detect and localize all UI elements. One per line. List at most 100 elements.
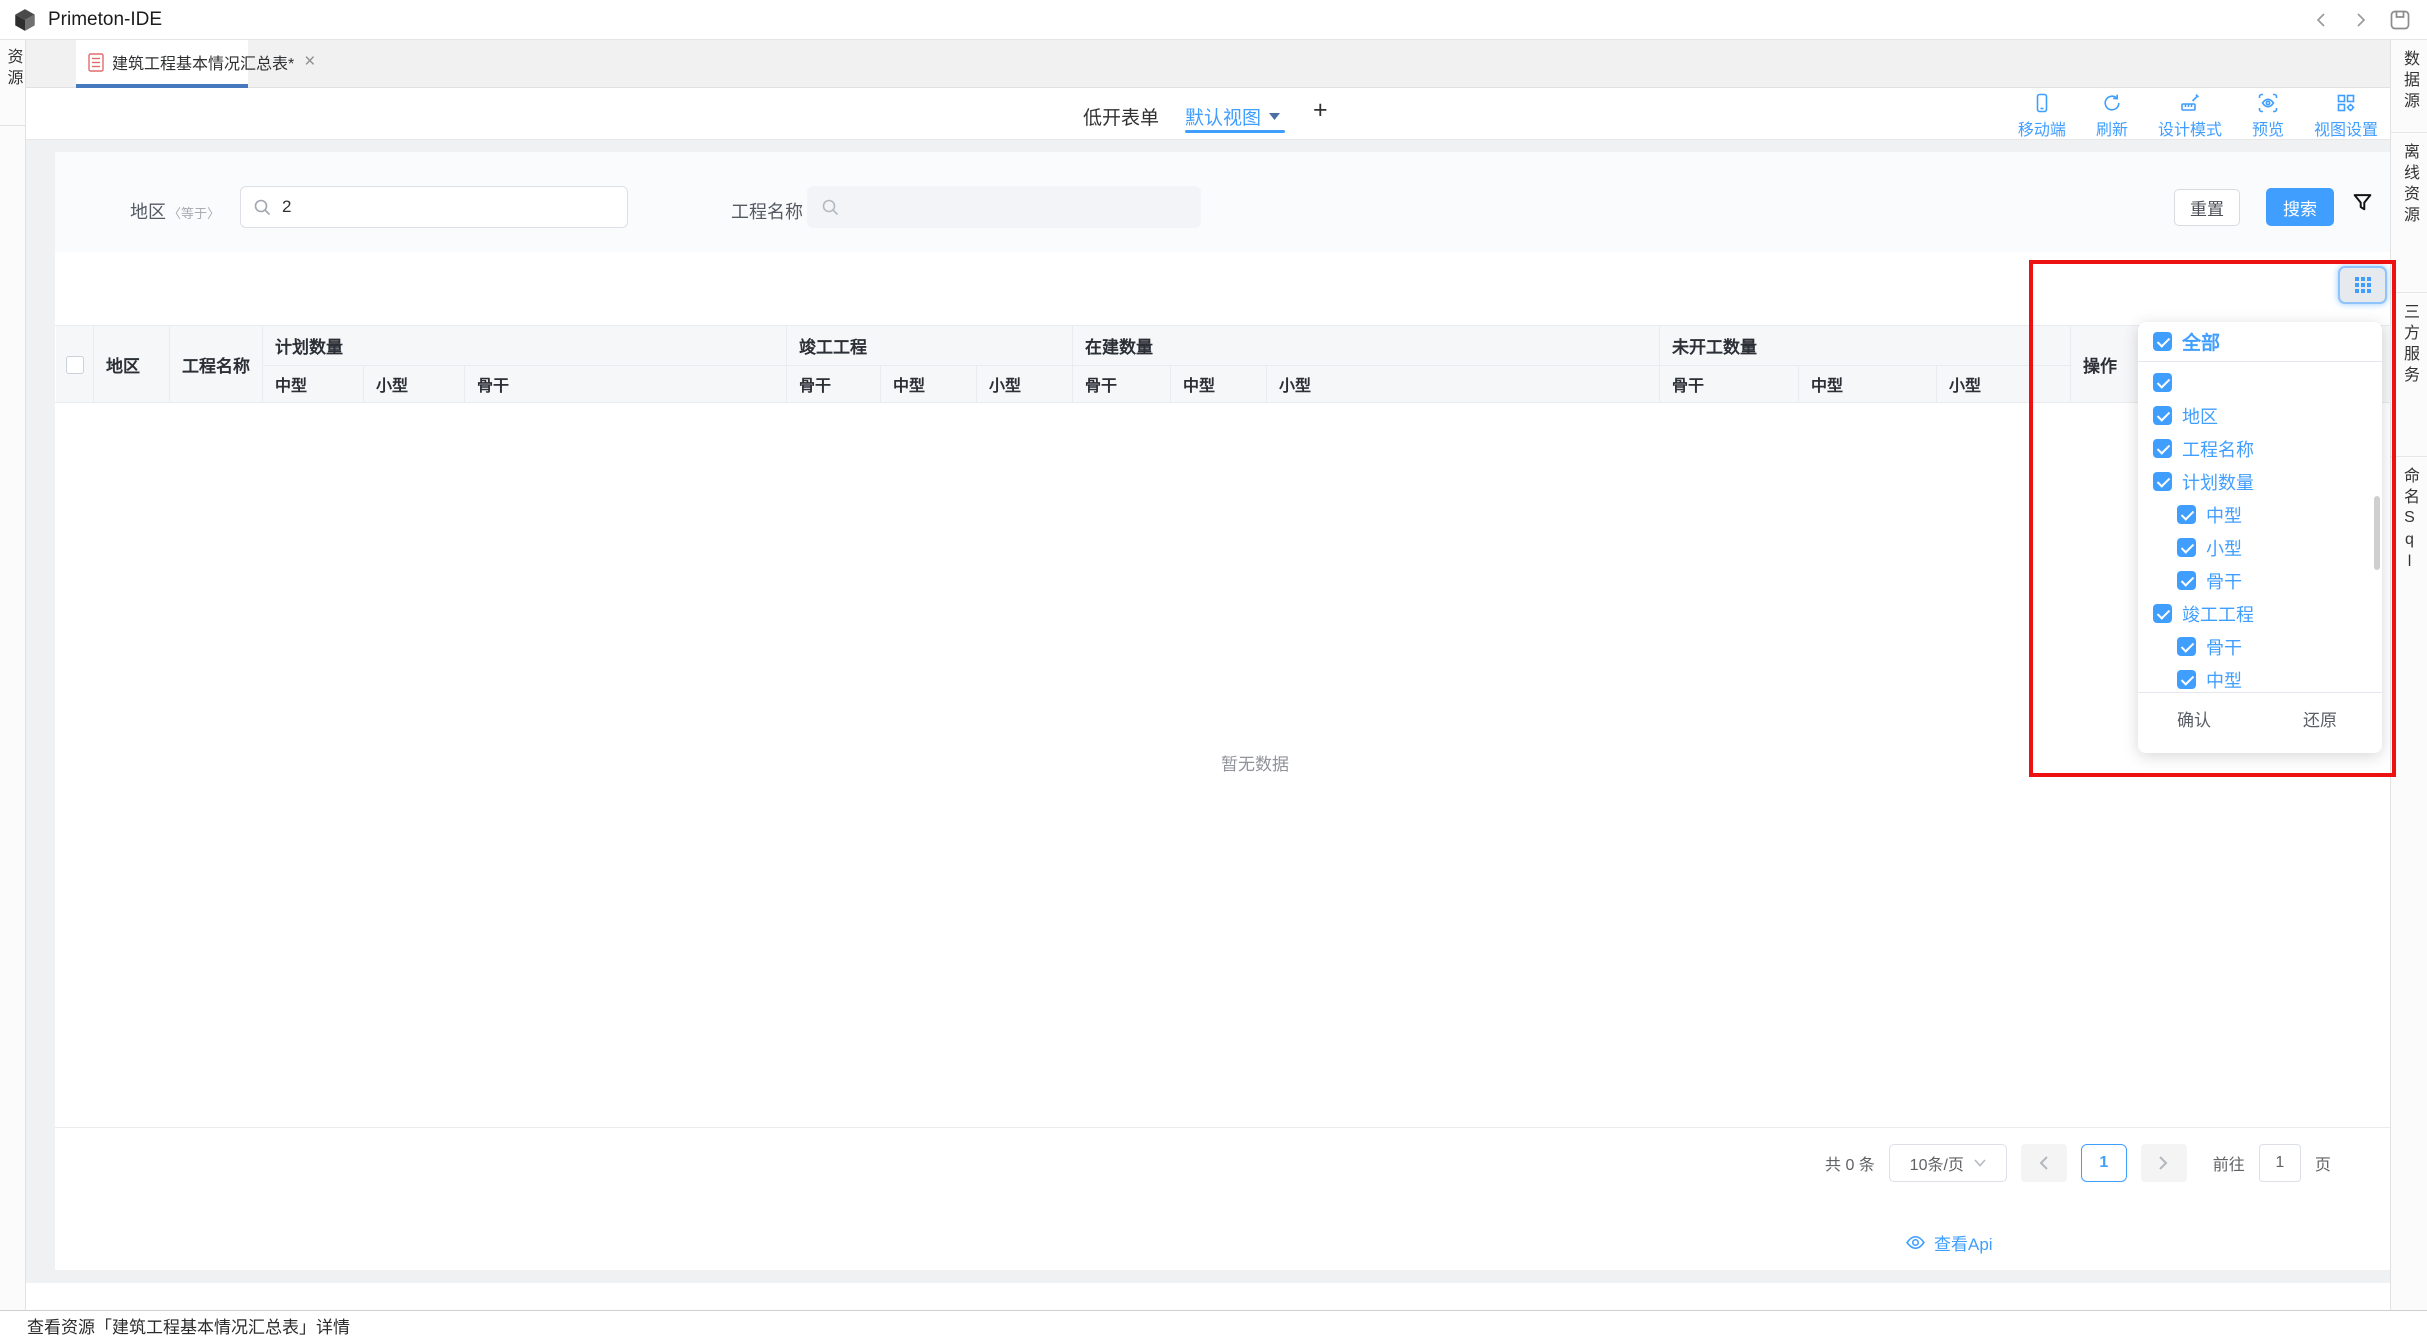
right-sidebar: 数据源 离线资源 三方服务 命名Sql xyxy=(2390,40,2427,1310)
col-inprogress-backbone[interactable]: 骨干 xyxy=(1073,366,1171,403)
region-input[interactable] xyxy=(282,197,615,217)
column-settings-button[interactable] xyxy=(2338,266,2387,304)
add-view-button[interactable]: + xyxy=(1313,96,1328,125)
refresh-label: 刷新 xyxy=(2096,116,2128,140)
design-mode-icon xyxy=(2179,92,2201,114)
col-notstarted-small[interactable]: 小型 xyxy=(1937,366,2071,403)
checkbox-checked-icon[interactable] xyxy=(2153,406,2172,425)
sidebar-item-resources[interactable]: 资源 xyxy=(5,40,21,90)
filter-icon[interactable] xyxy=(2351,192,2374,215)
checkbox-checked-icon[interactable] xyxy=(2177,571,2196,590)
form-type-label: 低开表单 xyxy=(1083,103,1159,130)
region-field-label: 地区〈等于〉 xyxy=(130,198,220,224)
history-back-icon[interactable] xyxy=(2313,11,2331,29)
panel-column-list: 地区 工程名称 计划数量 中型 小型 骨干 竣工工程 骨干 中型 xyxy=(2138,362,2382,692)
col-inprogress-medium[interactable]: 中型 xyxy=(1171,366,1267,403)
close-icon[interactable]: × xyxy=(304,51,315,73)
panel-scrollbar[interactable] xyxy=(2374,496,2380,570)
app-title: Primeton-IDE xyxy=(48,9,162,31)
sidebar-item-third-party-services[interactable]: 三方服务 xyxy=(2401,303,2417,446)
panel-item-planned-small[interactable]: 小型 xyxy=(2138,531,2382,564)
page-size-select[interactable]: 10条/页 xyxy=(1889,1144,2007,1182)
next-page-button[interactable] xyxy=(2141,1144,2187,1182)
checkbox-checked-icon[interactable] xyxy=(2177,505,2196,524)
view-api-label: 查看Api xyxy=(1934,1230,1993,1255)
panel-item[interactable] xyxy=(2138,366,2382,399)
history-forward-icon[interactable] xyxy=(2351,11,2369,29)
design-mode-button[interactable]: 设计模式 xyxy=(2158,92,2222,140)
col-group-inprogress[interactable]: 在建数量 xyxy=(1073,326,1660,366)
project-input[interactable] xyxy=(850,197,1187,217)
goto-page-input[interactable] xyxy=(2259,1144,2301,1182)
col-notstarted-medium[interactable]: 中型 xyxy=(1799,366,1937,403)
col-completed-medium[interactable]: 中型 xyxy=(881,366,977,403)
preview-button[interactable]: 预览 xyxy=(2252,92,2284,140)
panel-select-all-row[interactable]: 全部 xyxy=(2138,322,2382,362)
panel-footer: 确认 还原 xyxy=(2138,692,2382,731)
panel-item-completed-medium[interactable]: 中型 xyxy=(2138,663,2382,692)
panel-item-completed[interactable]: 竣工工程 xyxy=(2138,597,2382,630)
mobile-icon xyxy=(2031,92,2053,114)
region-operator: 〈等于〉 xyxy=(168,206,220,221)
restore-button[interactable]: 还原 xyxy=(2303,706,2337,731)
rail-divider xyxy=(0,125,25,126)
sidebar-item-named-sql[interactable]: 命名Sql xyxy=(2401,467,2417,613)
checkbox-checked-icon[interactable] xyxy=(2153,332,2172,351)
col-group-planned[interactable]: 计划数量 xyxy=(263,326,787,366)
checkbox-checked-icon[interactable] xyxy=(2153,472,2172,491)
col-group-completed[interactable]: 竣工工程 xyxy=(787,326,1073,366)
view-api-link[interactable]: 查看Api xyxy=(1905,1230,1993,1255)
title-bar: Primeton-IDE xyxy=(0,0,2427,40)
col-region[interactable]: 地区 xyxy=(94,326,170,403)
save-icon[interactable] xyxy=(2389,9,2411,31)
sidebar-item-offline-resources[interactable]: 离线资源 xyxy=(2401,143,2417,282)
checkbox-checked-icon[interactable] xyxy=(2177,538,2196,557)
editor-tab-title: 建筑工程基本情况汇总表* xyxy=(112,50,294,74)
checkbox-checked-icon[interactable] xyxy=(2153,604,2172,623)
tab-default-view[interactable]: 默认视图 xyxy=(1185,103,1281,130)
confirm-button[interactable]: 确认 xyxy=(2177,706,2211,731)
col-planned-medium[interactable]: 中型 xyxy=(263,366,364,403)
panel-item-project[interactable]: 工程名称 xyxy=(2138,432,2382,465)
col-completed-backbone[interactable]: 骨干 xyxy=(787,366,881,403)
panel-item-planned[interactable]: 计划数量 xyxy=(2138,465,2382,498)
reset-button[interactable]: 重置 xyxy=(2174,189,2240,226)
col-group-notstarted[interactable]: 未开工数量 xyxy=(1660,326,2071,366)
default-view-label: 默认视图 xyxy=(1185,103,1261,130)
column-settings-panel: 全部 地区 工程名称 计划数量 中型 小型 骨干 竣工工程 骨干 中型 确认 还… xyxy=(2138,322,2382,753)
panel-item-region[interactable]: 地区 xyxy=(2138,399,2382,432)
panel-item-planned-medium[interactable]: 中型 xyxy=(2138,498,2382,531)
current-page-button[interactable]: 1 xyxy=(2081,1144,2127,1182)
editor-tab-strip: 建筑工程基本情况汇总表* × xyxy=(26,40,2390,88)
table-bottom-border xyxy=(55,1127,2390,1128)
sidebar-item-datasource[interactable]: 数据源 xyxy=(2401,50,2417,122)
col-inprogress-small[interactable]: 小型 xyxy=(1267,366,1660,403)
panel-item-planned-backbone[interactable]: 骨干 xyxy=(2138,564,2382,597)
editor-tab[interactable]: 建筑工程基本情况汇总表* × xyxy=(76,40,248,84)
search-button[interactable]: 搜索 xyxy=(2266,188,2334,226)
panel-item-label: 骨干 xyxy=(2206,568,2242,594)
checkbox-checked-icon[interactable] xyxy=(2177,637,2196,656)
select-all-checkbox[interactable] xyxy=(66,356,84,374)
panel-item-completed-backbone[interactable]: 骨干 xyxy=(2138,630,2382,663)
checkbox-checked-icon[interactable] xyxy=(2177,670,2196,689)
checkbox-checked-icon[interactable] xyxy=(2153,373,2172,392)
chevron-down-icon xyxy=(1974,1159,1986,1167)
panel-item-label: 地区 xyxy=(2182,403,2218,429)
col-completed-small[interactable]: 小型 xyxy=(977,366,1073,403)
mobile-button[interactable]: 移动端 xyxy=(2018,92,2066,140)
col-notstarted-backbone[interactable]: 骨干 xyxy=(1660,366,1799,403)
col-planned-backbone[interactable]: 骨干 xyxy=(465,366,787,403)
col-planned-small[interactable]: 小型 xyxy=(364,366,465,403)
panel-item-label: 计划数量 xyxy=(2182,469,2254,495)
refresh-button[interactable]: 刷新 xyxy=(2096,92,2128,140)
page-size-value: 10条/页 xyxy=(1910,1151,1964,1175)
view-settings-button[interactable]: 视图设置 xyxy=(2314,92,2378,140)
prev-page-button[interactable] xyxy=(2021,1144,2067,1182)
region-search-input[interactable] xyxy=(240,186,628,228)
left-sidebar: 资源 xyxy=(0,40,26,1310)
col-project[interactable]: 工程名称 xyxy=(170,326,263,403)
project-search-input[interactable] xyxy=(807,186,1201,228)
form-card: 地区〈等于〉 工程名称 xyxy=(55,152,2390,1270)
checkbox-checked-icon[interactable] xyxy=(2153,439,2172,458)
